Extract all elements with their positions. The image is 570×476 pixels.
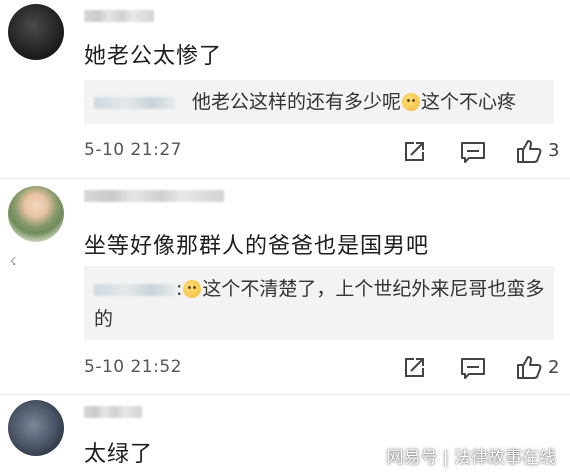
comment-text: 她老公太惨了 <box>84 44 223 69</box>
smiley-emoji-icon <box>402 93 421 111</box>
reply-text: 他老公这样的还有多少呢 这个不心疼 <box>94 87 516 117</box>
comment-time: 5-10 21:27 <box>84 140 182 160</box>
reply-text-part1: 他老公这样的还有多少呢 <box>192 91 402 113</box>
smiley-emoji-icon <box>183 280 202 298</box>
reply-text-line2: 的 <box>94 308 114 330</box>
comment-icon[interactable] <box>460 356 486 380</box>
username-redacted[interactable] <box>84 190 224 202</box>
reply-text-line1: 这个不清楚了，上个世纪外来尼哥也蛮多 <box>202 278 545 300</box>
comment-text: 太绿了 <box>84 442 154 467</box>
username-redacted[interactable] <box>84 10 154 22</box>
share-icon[interactable] <box>402 140 426 164</box>
reply-box[interactable]: : 这个不清楚了，上个世纪外来尼哥也蛮多 的 <box>84 266 554 340</box>
share-icon[interactable] <box>402 356 426 380</box>
watermark: 网易号 | 法律故事在线 <box>386 448 556 468</box>
reply-username-redacted[interactable] <box>94 283 176 296</box>
comment-time: 5-10 21:52 <box>84 357 182 377</box>
reply-prefix: : <box>176 278 183 300</box>
reply-box[interactable]: 他老公这样的还有多少呢 这个不心疼 <box>84 80 554 124</box>
reply-username-redacted[interactable] <box>94 96 176 109</box>
divider <box>0 394 570 395</box>
comment-text: 坐等好像那群人的爸爸也是国男吧 <box>84 234 430 259</box>
avatar[interactable] <box>8 4 64 60</box>
comment-icon[interactable] <box>460 140 486 164</box>
avatar-badge-icon: ☇ <box>10 255 17 268</box>
avatar[interactable] <box>8 186 64 242</box>
reply-text-part2: 这个不心疼 <box>421 91 517 113</box>
like-count: 3 <box>548 140 560 161</box>
thumbs-up-icon[interactable] <box>516 354 542 380</box>
username-redacted[interactable] <box>84 406 142 418</box>
reply-text: : 这个不清楚了，上个世纪外来尼哥也蛮多 的 <box>94 274 549 334</box>
divider <box>0 178 570 179</box>
avatar[interactable] <box>8 400 64 456</box>
like-count: 2 <box>548 357 560 378</box>
thumbs-up-icon[interactable] <box>516 138 542 164</box>
